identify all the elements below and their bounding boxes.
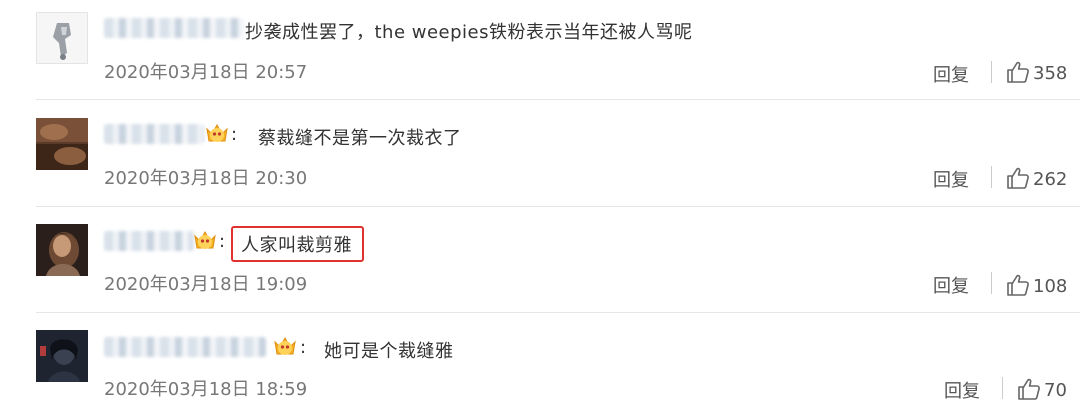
divider-vertical xyxy=(991,61,992,83)
comment-text: 她可是个裁缝雅 xyxy=(324,341,454,362)
divider-vertical xyxy=(1002,377,1003,399)
colon: : xyxy=(300,337,307,358)
crown-badge-icon xyxy=(194,230,216,249)
divider-vertical xyxy=(991,272,992,294)
comment-4: : 她可是个裁缝雅 2020年03月18日 18:59 回复 70 xyxy=(36,313,1080,419)
like-count: 108 xyxy=(1033,276,1068,297)
colon: : xyxy=(219,231,226,252)
comment-date: 2020年03月18日 20:57 xyxy=(104,62,308,83)
avatar[interactable] xyxy=(36,330,88,382)
comment-text: 抄袭成性罢了，the weepies铁粉表示当年还被人骂呢 xyxy=(245,22,693,43)
like-count: 358 xyxy=(1033,63,1068,84)
thumbs-up-icon[interactable] xyxy=(1006,166,1030,190)
divider-vertical xyxy=(991,166,992,188)
reply-button[interactable]: 回复 xyxy=(933,166,969,192)
reply-button[interactable]: 回复 xyxy=(933,272,969,298)
username-blurred[interactable] xyxy=(104,124,204,144)
comment-date: 2020年03月18日 19:09 xyxy=(104,274,308,295)
avatar[interactable] xyxy=(36,118,88,170)
like-count: 262 xyxy=(1033,169,1068,190)
thumbs-up-icon[interactable] xyxy=(1017,377,1041,401)
reply-button[interactable]: 回复 xyxy=(944,377,980,403)
username-blurred[interactable] xyxy=(104,337,266,357)
comment-text-highlighted: 人家叫裁剪雅 xyxy=(231,226,364,262)
comment-text: 蔡裁缝不是第一次裁衣了 xyxy=(258,128,462,149)
comment-2: : 蔡裁缝不是第一次裁衣了 2020年03月18日 20:30 回复 262 xyxy=(36,100,1080,207)
crown-badge-icon xyxy=(206,123,228,142)
comment-3: : 人家叫裁剪雅 2020年03月18日 19:09 回复 108 xyxy=(36,207,1080,313)
username-blurred[interactable] xyxy=(104,18,244,38)
username-blurred[interactable] xyxy=(104,231,194,251)
crown-badge-icon xyxy=(274,336,296,355)
colon: : xyxy=(231,124,238,145)
avatar[interactable] xyxy=(36,12,88,64)
thumbs-up-icon[interactable] xyxy=(1006,273,1030,297)
thumbs-up-icon[interactable] xyxy=(1006,60,1030,84)
avatar[interactable] xyxy=(36,224,88,276)
comment-date: 2020年03月18日 18:59 xyxy=(104,379,308,400)
like-count: 70 xyxy=(1044,380,1067,401)
reply-button[interactable]: 回复 xyxy=(933,61,969,87)
comment-date: 2020年03月18日 20:30 xyxy=(104,168,308,189)
comment-1: 抄袭成性罢了，the weepies铁粉表示当年还被人骂呢 2020年03月18… xyxy=(36,0,1080,100)
